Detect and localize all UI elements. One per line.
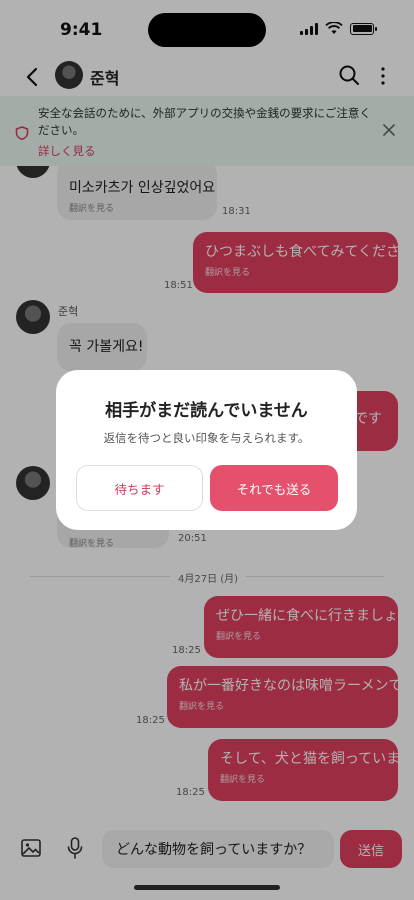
send-anyway-button[interactable]: それでも送る <box>210 465 338 511</box>
wait-button[interactable]: 待ちます <box>76 465 203 511</box>
dialog-title: 相手がまだ読んでいません <box>105 401 308 421</box>
home-indicator <box>134 885 280 890</box>
dialog-description: 返信を待つと良い印象を与えられます。 <box>103 431 310 445</box>
unread-warning-dialog: 相手がまだ読んでいません 返信を待つと良い印象を与えられます。 待ちます それで… <box>56 370 357 530</box>
